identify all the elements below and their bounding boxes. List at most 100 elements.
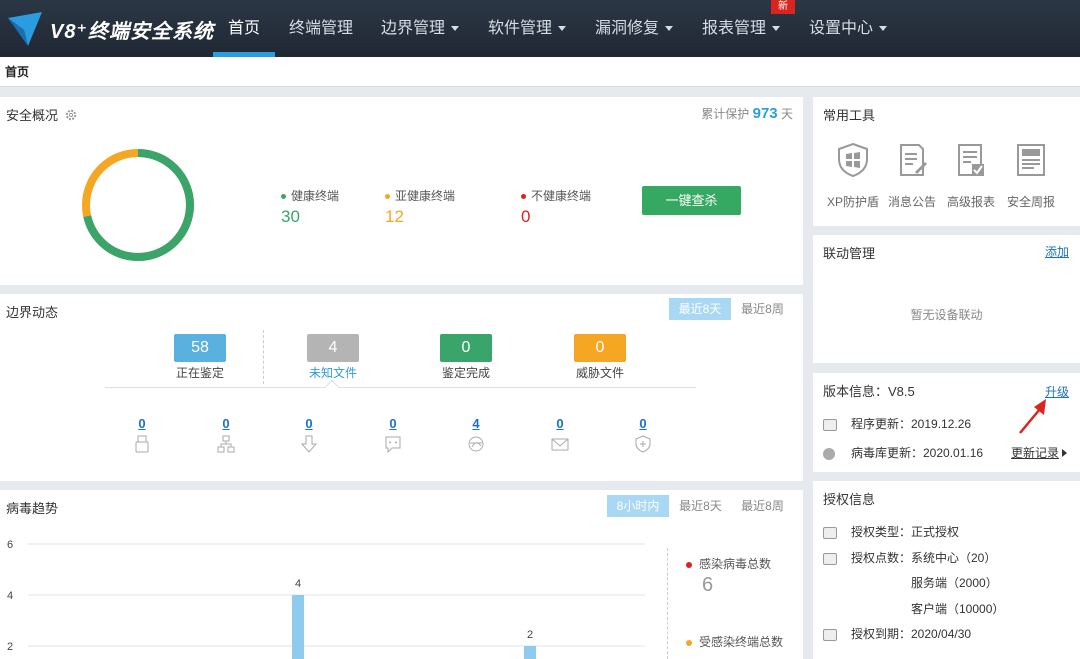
linkage-management-panel: 联动管理 添加 暂无设备联动	[813, 235, 1080, 363]
divider	[667, 548, 668, 659]
tab-last-8-weeks[interactable]: 最近8周	[735, 495, 790, 517]
legend-dot	[686, 639, 692, 646]
nav-home[interactable]: 首页	[228, 0, 260, 57]
bar-data-label: 4	[295, 578, 301, 590]
network-count[interactable]: 0	[211, 416, 241, 431]
panel-title: 联动管理	[823, 246, 876, 261]
divider	[105, 387, 696, 388]
identified-label: 鉴定完成	[441, 366, 490, 380]
virus-db-update-row: 病毒库更新：2020.01.16	[823, 444, 983, 461]
chat-icon	[385, 436, 401, 454]
logo-wing-icon	[8, 12, 42, 46]
chart-bar[interactable]	[524, 646, 536, 659]
panel-title: 安全概况	[6, 105, 77, 124]
panel-title: 边界动态	[6, 305, 59, 320]
mail-count[interactable]: 0	[545, 416, 575, 431]
breadcrumb: 首页	[0, 57, 1080, 87]
license-type-row: 授权类型：正式授权	[823, 523, 959, 540]
license-icon	[823, 526, 837, 539]
identifying-label: 正在鉴定	[175, 366, 224, 380]
shield-count[interactable]: 0	[628, 416, 658, 431]
nav-report-management[interactable]: 报表管理	[702, 0, 781, 57]
refresh-icon	[823, 447, 835, 460]
nav-terminal-management[interactable]: 终端管理	[289, 0, 353, 57]
tab-last-8-weeks[interactable]: 最近8周	[735, 298, 790, 320]
subhealthy-dot	[385, 194, 390, 200]
unhealthy-stat: 不健康终端 0	[521, 189, 592, 226]
calendar-icon	[823, 418, 837, 431]
panel-title: 常用工具	[823, 108, 876, 123]
nav-vulnerability-fix[interactable]: 漏洞修复	[595, 0, 674, 57]
add-linkage-link[interactable]: 添加	[1045, 243, 1069, 260]
tab-last-8-days[interactable]: 最近8天	[673, 495, 728, 517]
red-arrow-annotation	[1019, 399, 1046, 434]
legend-infected-virus: 感染病毒总数 6	[686, 555, 771, 597]
tool-weekly-report[interactable]: 安全周报	[996, 193, 1066, 210]
chart-bar[interactable]	[292, 595, 304, 659]
download-count[interactable]: 0	[294, 416, 324, 431]
tab-last-8-days[interactable]: 最近8天	[669, 298, 731, 320]
healthy-stat: 健康终端 30	[281, 189, 340, 226]
program-update-row: 程序更新：2019.12.26	[823, 415, 971, 432]
network-icon	[217, 435, 235, 453]
unknown-files-count[interactable]: 4	[307, 334, 359, 362]
license-expiry-row: 授权到期：2020/04/30	[823, 625, 971, 642]
y-tick-label: 4	[7, 590, 13, 602]
chat-count[interactable]: 0	[378, 416, 408, 431]
logo-text: V8⁺终端安全系统	[50, 20, 215, 43]
xp-shield-icon[interactable]	[836, 142, 870, 178]
chevron-down-icon	[451, 26, 460, 32]
panel-title: 病毒趋势	[6, 501, 59, 516]
panel-title: 授权信息	[823, 492, 876, 507]
changelog-link[interactable]: 更新记录	[1011, 444, 1068, 461]
chevron-down-icon	[772, 26, 781, 32]
legend-value: 6	[702, 574, 714, 596]
unhealthy-dot	[521, 194, 526, 200]
browser-count[interactable]: 4	[461, 416, 491, 431]
license-server-row: 服务端（2000）	[911, 576, 998, 590]
usb-count[interactable]: 0	[127, 416, 157, 431]
virus-trend-chart: 2 4 6 4 2	[7, 539, 645, 659]
y-tick-label: 2	[7, 641, 13, 653]
license-icon	[823, 552, 837, 565]
healthy-dot	[281, 194, 286, 200]
bar-data-label: 2	[527, 629, 533, 641]
protect-days: 累计保护 973 天	[701, 105, 793, 122]
chevron-down-icon	[665, 26, 674, 32]
empty-state: 暂无设备联动	[910, 308, 983, 322]
y-tick-label: 6	[7, 539, 13, 551]
nav-software-management[interactable]: 软件管理	[488, 0, 567, 57]
license-icon	[823, 628, 837, 641]
divider	[263, 330, 264, 384]
terminal-health-donut	[82, 149, 194, 261]
identified-count[interactable]: 0	[440, 334, 492, 362]
legend-infected-terminals: 受感染终端总数	[686, 633, 783, 650]
threat-files-count[interactable]: 0	[574, 334, 626, 362]
subhealthy-stat: 亚健康终端 12	[385, 189, 456, 226]
panel-title: 版本信息：V8.5	[823, 384, 915, 399]
tab-8-hours[interactable]: 8小时内	[607, 495, 669, 517]
usb-icon	[135, 435, 149, 453]
legend-dot	[686, 561, 692, 568]
nav-settings-center[interactable]: 设置中心	[809, 0, 888, 57]
unknown-files-label[interactable]: 未知文件	[288, 364, 378, 381]
nav-border-management[interactable]: 边界管理	[381, 0, 460, 57]
chevron-right-icon	[1062, 449, 1068, 457]
mail-icon	[551, 438, 569, 451]
new-badge: 新	[771, 0, 795, 14]
report-icon[interactable]	[954, 142, 988, 178]
chevron-down-icon	[879, 26, 888, 32]
license-points-row: 授权点数：系统中心（20）	[823, 549, 996, 566]
gear-icon[interactable]	[65, 109, 77, 121]
notice-icon[interactable]	[895, 142, 929, 178]
one-click-scan-button[interactable]: 一键查杀	[642, 186, 741, 215]
threat-files-label: 威胁文件	[575, 366, 624, 380]
identifying-count[interactable]: 58	[174, 334, 226, 362]
weekly-news-icon[interactable]	[1014, 142, 1048, 178]
browser-icon	[468, 436, 484, 452]
top-nav: V8⁺终端安全系统 首页 终端管理 边界管理 软件管理 漏洞修复 报表管理 新 …	[0, 0, 1080, 57]
chevron-down-icon	[558, 26, 567, 32]
shield-plus-icon	[635, 435, 651, 453]
download-icon	[300, 435, 318, 453]
license-client-row: 客户端（10000）	[911, 602, 1005, 616]
